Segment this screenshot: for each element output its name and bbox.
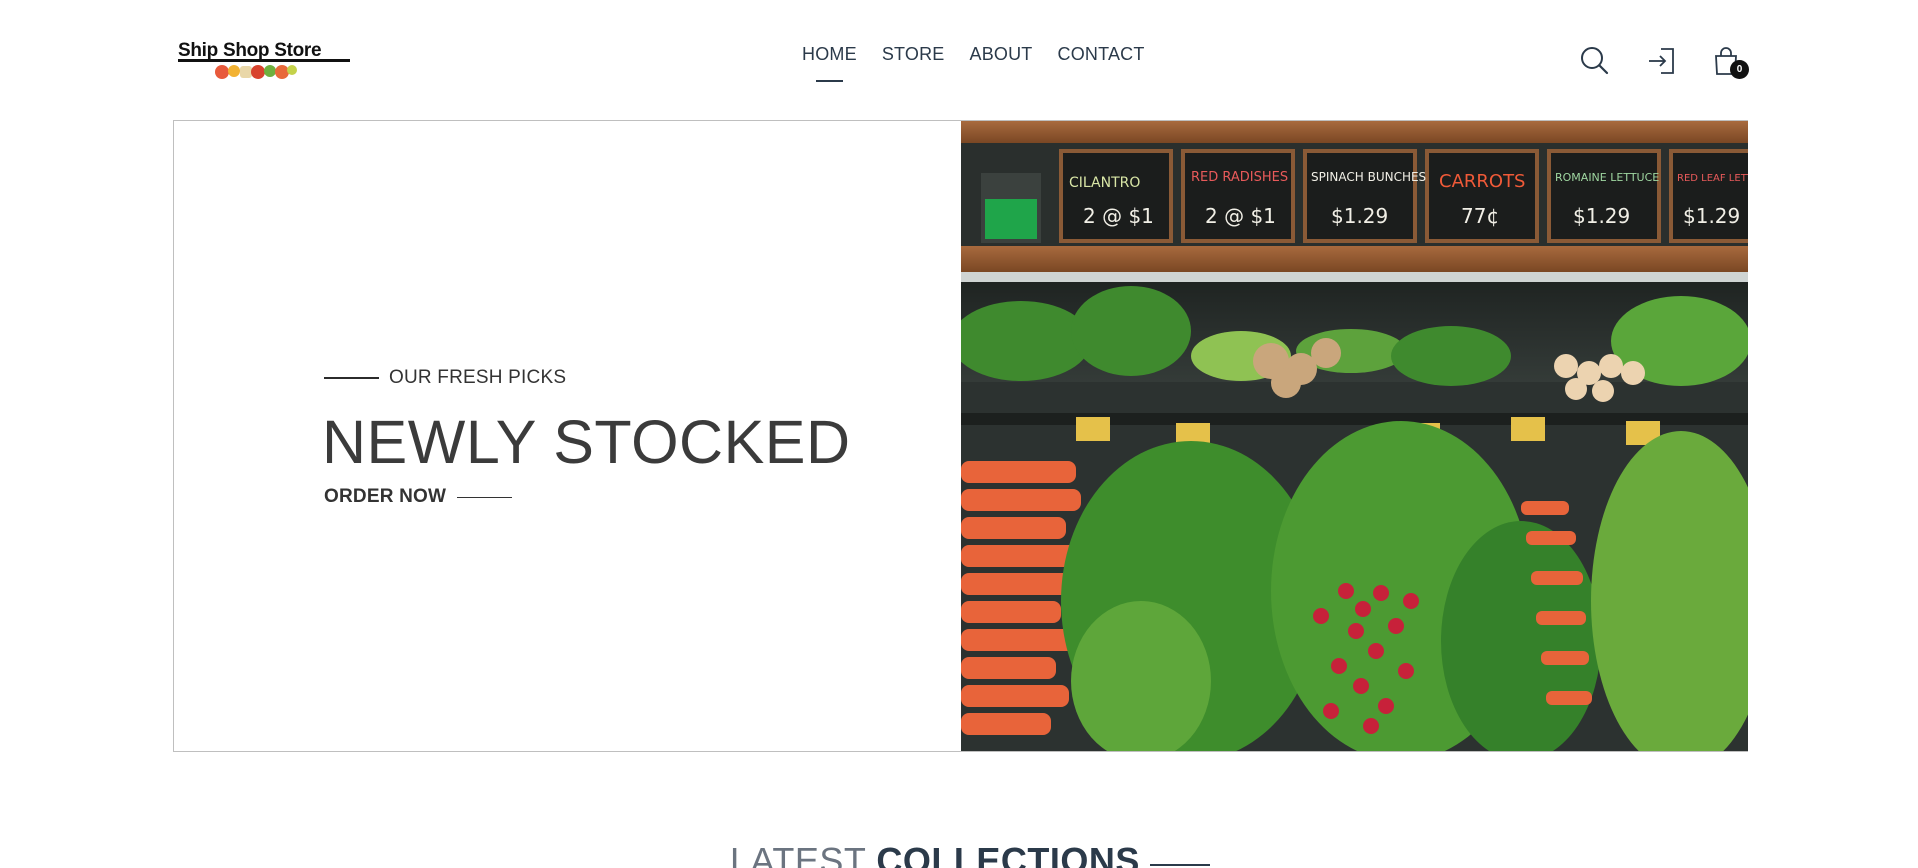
sign-price: 2 @ $1 bbox=[1205, 204, 1276, 228]
sign-label: RED RADISHES bbox=[1191, 170, 1288, 185]
sign-price: 2 @ $1 bbox=[1083, 204, 1154, 228]
sign-price: $1.29 bbox=[1331, 204, 1388, 228]
nav-about[interactable]: ABOUT bbox=[970, 44, 1033, 65]
sign-label: SPINACH BUNCHES bbox=[1311, 170, 1426, 184]
sign-price: 77¢ bbox=[1461, 204, 1499, 228]
login-icon[interactable] bbox=[1644, 44, 1678, 78]
sign-label: CILANTRO bbox=[1069, 175, 1140, 191]
latest-collections-heading: LATEST COLLECTIONS bbox=[730, 840, 1210, 868]
hero-eyebrow: OUR FRESH PICKS bbox=[324, 367, 566, 389]
hero-image: CILANTRO 2 @ $1 RED RADISHES 2 @ $1 SPIN… bbox=[961, 121, 1748, 751]
sign-label: RED LEAF LETTUCE bbox=[1677, 173, 1748, 184]
sign-label: CARROTS bbox=[1439, 171, 1525, 192]
produce-shelf-image: CILANTRO 2 @ $1 RED RADISHES 2 @ $1 SPIN… bbox=[961, 121, 1748, 751]
cta-divider bbox=[457, 496, 513, 498]
order-now-label: ORDER NOW bbox=[324, 486, 447, 507]
hero-text-panel: OUR FRESH PICKS NEWLY STOCKED ORDER NOW bbox=[174, 121, 961, 751]
sign-label: ROMAINE LETTUCE bbox=[1555, 171, 1659, 184]
header-actions: 0 bbox=[1578, 44, 1749, 80]
nav-home[interactable]: HOME bbox=[802, 44, 857, 82]
eyebrow-divider bbox=[324, 377, 379, 379]
hero-banner: OUR FRESH PICKS NEWLY STOCKED ORDER NOW bbox=[173, 120, 1748, 752]
section-heading-light: LATEST bbox=[730, 840, 867, 868]
hero-title: NEWLY STOCKED bbox=[322, 408, 851, 476]
produce-logo-icon bbox=[215, 65, 297, 79]
sign-price: $1.29 bbox=[1573, 204, 1630, 228]
sign-price: $1.29 bbox=[1683, 204, 1740, 228]
hero-eyebrow-text: OUR FRESH PICKS bbox=[389, 367, 567, 388]
nav-contact[interactable]: CONTACT bbox=[1058, 44, 1145, 65]
cart-count-badge: 0 bbox=[1730, 60, 1749, 79]
search-icon[interactable] bbox=[1578, 44, 1612, 78]
order-now-link[interactable]: ORDER NOW bbox=[324, 486, 513, 508]
section-heading-divider bbox=[1149, 864, 1210, 866]
shopping-bag-icon[interactable]: 0 bbox=[1710, 44, 1749, 79]
main-nav: HOME STORE ABOUT CONTACT bbox=[802, 44, 1170, 82]
section-heading-bold: COLLECTIONS bbox=[876, 840, 1140, 868]
brand-logo[interactable]: Ship Shop Store bbox=[178, 36, 350, 84]
nav-store[interactable]: STORE bbox=[882, 44, 945, 65]
site-header: Ship Shop Store HOME STORE ABOUT CONTACT bbox=[0, 0, 1918, 120]
